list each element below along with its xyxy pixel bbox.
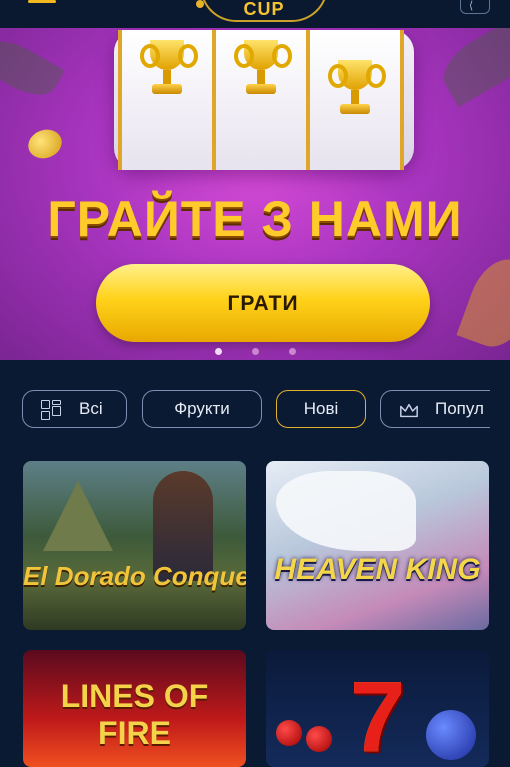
- carousel-dot[interactable]: [251, 348, 259, 355]
- pyramid-artwork: [43, 481, 113, 551]
- promo-banner: ГРАЙТЕ З НАМИ ГРАТИ: [0, 28, 510, 360]
- game-tile-lines-of-fire[interactable]: Lines of Fire: [23, 650, 246, 767]
- coin-icon: [24, 125, 66, 163]
- login-button[interactable]: ⟨: [460, 0, 490, 14]
- trophy-icon: [234, 40, 292, 96]
- filter-fruits[interactable]: Фрукти: [142, 390, 262, 428]
- pegasus-artwork: [276, 471, 416, 551]
- filter-label: Попул: [435, 399, 484, 418]
- filter-popular[interactable]: Попул: [380, 390, 490, 428]
- carousel-dot[interactable]: [214, 348, 222, 355]
- hamburger-icon[interactable]: [28, 0, 56, 8]
- login-icon: ⟨: [469, 0, 474, 12]
- game-title: El Dorado Conquest: [23, 561, 246, 591]
- game-tile-el-dorado[interactable]: El Dorado Conquest: [23, 461, 246, 630]
- carousel-dots: [0, 342, 510, 360]
- cherry-icon: [276, 720, 302, 746]
- trophy-icon: [328, 60, 386, 116]
- grapes-icon: [426, 710, 476, 760]
- banner-title: ГРАЙТЕ З НАМИ: [47, 191, 463, 247]
- filter-label: Фрукти: [174, 399, 230, 418]
- game-title: Heaven King: [274, 553, 481, 586]
- filter-label: Всі: [79, 399, 103, 418]
- top-bar: CUP ⟨: [0, 0, 510, 28]
- palm-leaf-decoration: [0, 30, 65, 106]
- slot-reel: [118, 30, 216, 170]
- filter-new[interactable]: Нові: [276, 390, 366, 428]
- logo[interactable]: CUP: [196, 0, 328, 22]
- game-title: Lines of Fire: [60, 678, 209, 751]
- slot-reel: [306, 30, 404, 170]
- cherry-icon: [306, 726, 332, 752]
- logo-text: CUP: [243, 0, 285, 19]
- grid-icon: [41, 400, 61, 420]
- crown-icon: [400, 403, 418, 418]
- category-filters: Всі Фрукти Нові Попул: [22, 390, 490, 432]
- play-button-label: ГРАТИ: [227, 292, 299, 315]
- palm-leaf-decoration: [433, 28, 510, 108]
- slot-machine-illustration: [114, 30, 414, 170]
- filter-all[interactable]: Всі: [22, 390, 127, 428]
- game-title: 7: [349, 661, 406, 767]
- trophy-icon: [140, 40, 198, 96]
- carousel-dot[interactable]: [288, 348, 296, 355]
- decoration: [456, 250, 510, 356]
- slot-reel: [212, 30, 310, 170]
- game-tile-sevens[interactable]: 7: [266, 650, 489, 767]
- play-button[interactable]: ГРАТИ: [96, 264, 430, 342]
- filter-label: Нові: [303, 399, 339, 418]
- game-tile-heaven-king[interactable]: Heaven King: [266, 461, 489, 630]
